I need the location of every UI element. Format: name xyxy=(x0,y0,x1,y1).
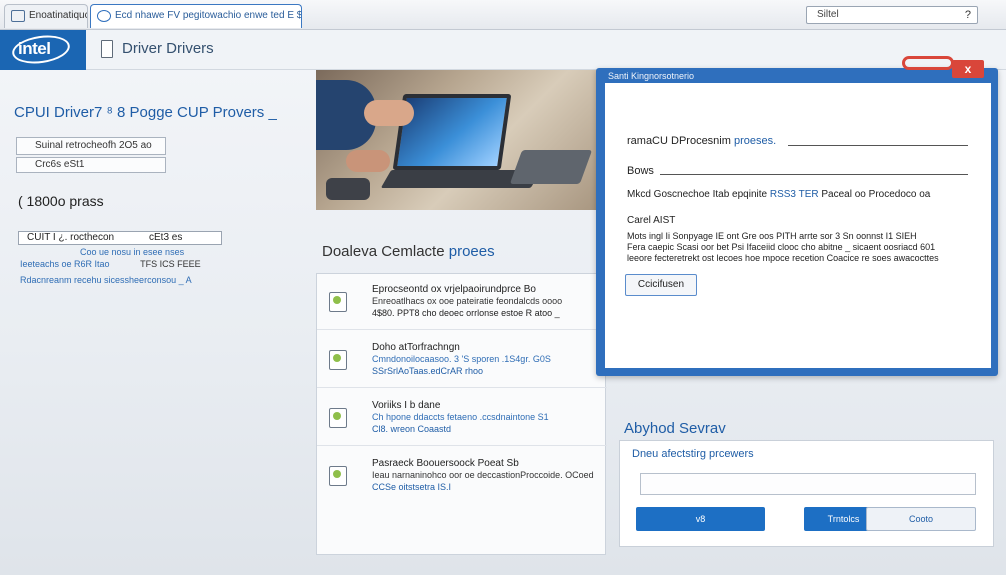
driver-title: Pasraeck Boouersoock Poeat Sb xyxy=(372,458,519,469)
left-link-2[interactable]: Ieeteachs oe R6R Itao TFS ICS FEEE xyxy=(20,258,201,270)
dialog-paragraph-line: Fera caepic Scasi oor bet Psi Ifaceiid c… xyxy=(627,242,936,252)
hero-image xyxy=(316,70,598,210)
bottom-panel-title: Dneu afectstirg prcewers xyxy=(632,448,754,460)
list-item[interactable]: Pasraeck Boouersoock Poeat Sb Ieau narna… xyxy=(317,448,607,504)
driver-desc: Cmndonoilocaasoo. 3 'S sporen .1S4gr. G0… xyxy=(372,354,551,364)
bottom-panel: Dneu afectstirg prcewers v8 Trntolcs Coo… xyxy=(619,440,994,547)
driver-title: Doho atTorfrachngn xyxy=(372,342,460,353)
driver-list: Eprocseontd ox vrjelpaoirundprce Bo Enre… xyxy=(316,273,607,555)
left-link-2-suffix: TFS ICS FEEE xyxy=(140,259,201,269)
left-link-3-text: Rdacnreanm recehu sicessheerconsou _ A xyxy=(20,275,192,285)
dialog-row-1-label: ramaCU DProcesnim xyxy=(627,135,734,147)
driver-title: Eprocseontd ox vrjelpaoirundprce Bo xyxy=(372,284,536,295)
driver-dialog: Santi Kingnorsotnerio x ramaCU DProcesni… xyxy=(596,56,998,376)
dialog-row-2-label: Bows xyxy=(627,165,654,177)
driver-meta[interactable]: Cl8. wreon Coaastd xyxy=(372,424,451,434)
hero-mouse xyxy=(326,178,370,200)
driver-desc: Enreoatlhacs ox ooe pateiratie feondalcd… xyxy=(372,296,563,306)
driver-desc: Ieau narnaninohco oor oe deccastionProcc… xyxy=(372,470,594,480)
help-icon[interactable]: ? xyxy=(965,7,971,23)
price-label: ( 1800o prass xyxy=(18,193,104,209)
search-input-value: Siltel xyxy=(817,9,839,20)
dialog-row-3-link[interactable]: RSS3 TER xyxy=(770,189,819,200)
dialog-confirm-button[interactable]: Ccicifusen xyxy=(625,274,697,296)
document-icon xyxy=(101,40,113,58)
driver-title: Voriiks I b dane xyxy=(372,400,441,411)
driver-file-icon xyxy=(329,350,347,370)
section-heading: Doaleva Cemlacte proees xyxy=(322,243,495,260)
driver-file-icon xyxy=(329,466,347,486)
left-field-2[interactable]: Crc6s eSt1 xyxy=(16,157,166,173)
driver-meta[interactable]: 4$80. PPT8 cho deoec orrlonse estoe R at… xyxy=(372,308,560,318)
dialog-row-3-text: Mkcd Goscnechoe Itab epqinite xyxy=(627,189,770,200)
logo-wordmark: intel xyxy=(18,39,51,58)
dialog-row-2-field[interactable] xyxy=(660,174,968,175)
dialog-title: Santi Kingnorsotnerio xyxy=(608,71,695,81)
driver-meta[interactable]: SSrSrlAoTaas.edCrAR rhoo xyxy=(372,366,483,376)
dialog-paragraph-line: leeore fecteretrekt ost lecoes hoe mpoce… xyxy=(627,253,939,263)
dialog-paragraph: Mots ingl Ii Sonpyage IE ont Gre oos PIT… xyxy=(627,231,939,264)
pin-icon xyxy=(902,56,954,70)
bottom-panel-input[interactable] xyxy=(640,473,976,495)
left-section-title: CPUI Driver7 ⁸ 8 Pogge CUP Provers _ xyxy=(14,104,277,121)
driver-file-icon xyxy=(329,408,347,428)
search-input[interactable]: Siltel ? xyxy=(806,6,978,24)
driver-file-icon xyxy=(329,292,347,312)
globe-icon xyxy=(97,10,111,22)
dialog-row-4: Carel AIST xyxy=(627,215,676,226)
site-header: intel Driver Drivers xyxy=(0,30,1006,70)
driver-meta[interactable]: CCSe oitstsetra IS.I xyxy=(372,482,451,492)
browser-tab-1-label: Enoatinatiqucal xyxy=(29,10,87,21)
dialog-paragraph-line: Mots ingl Ii Sonpyage IE ont Gre oos PIT… xyxy=(627,231,917,241)
browser-tab-2-label: Ecd nhawe FV pegitowachio enwe ted E $D xyxy=(115,10,302,21)
browser-tab-2[interactable]: Ecd nhawe FV pegitowachio enwe ted E $D xyxy=(90,4,302,28)
close-button[interactable]: x xyxy=(952,60,984,78)
page-title: Driver Drivers xyxy=(122,40,214,57)
dialog-body: ramaCU DProcesnim proeses. Bows Mkcd Gos… xyxy=(605,83,991,368)
left-select-values: cEt3 es xyxy=(149,232,183,243)
list-item[interactable]: Doho atTorfrachngn Cmndonoilocaasoo. 3 '… xyxy=(317,332,607,388)
dialog-row-3-suffix: Paceal oo Procedoco oa xyxy=(818,189,931,200)
bottom-panel-heading: Abyhod Sevrav xyxy=(624,420,726,437)
left-link-3[interactable]: Rdacnreanm recehu sicessheerconsou _ A xyxy=(20,274,201,286)
page-icon xyxy=(11,10,25,22)
dialog-row-1-accent: proeses. xyxy=(733,135,777,147)
left-link-1[interactable]: Coo ue nosu in esee nses xyxy=(20,246,201,258)
hero-hand xyxy=(364,100,414,126)
left-link-list: Coo ue nosu in esee nses Ieeteachs oe R6… xyxy=(20,246,201,286)
secondary-button[interactable]: Cooto xyxy=(866,507,976,531)
dialog-row-1-field[interactable] xyxy=(788,145,968,146)
list-item[interactable]: Eprocseontd ox vrjelpaoirundprce Bo Enre… xyxy=(317,274,607,330)
driver-desc: Ch hpone ddaccts fetaeno .ccsdnaintone S… xyxy=(372,412,549,422)
hero-tablet xyxy=(509,150,593,184)
left-field-1[interactable]: Suinal retrocheofh 2O5 ao xyxy=(16,137,166,155)
section-heading-accent: proees xyxy=(448,243,495,260)
primary-button-1[interactable]: v8 xyxy=(636,507,765,531)
left-link-1-text: Coo ue nosu in esee nses xyxy=(80,247,185,257)
browser-tab-strip: Enoatinatiqucal Ecd nhawe FV pegitowachi… xyxy=(0,0,1006,30)
section-heading-text: Doaleva Cemlacte xyxy=(322,243,449,260)
left-select-label: CUIT I ¿. rocthecon xyxy=(27,232,115,243)
browser-tab-1[interactable]: Enoatinatiqucal xyxy=(4,4,88,28)
left-link-2-text: Ieeteachs oe R6R Itao xyxy=(20,259,110,269)
list-item[interactable]: Voriiks I b dane Ch hpone ddaccts fetaen… xyxy=(317,390,607,446)
dialog-row-1: ramaCU DProcesnim proeses. xyxy=(627,135,776,147)
hero-hand-2 xyxy=(346,150,390,172)
dialog-row-3: Mkcd Goscnechoe Itab epqinite RSS3 TER P… xyxy=(627,189,930,200)
left-select-box[interactable]: CUIT I ¿. rocthecon cEt3 es xyxy=(18,231,222,245)
intel-logo[interactable]: intel xyxy=(0,30,86,70)
